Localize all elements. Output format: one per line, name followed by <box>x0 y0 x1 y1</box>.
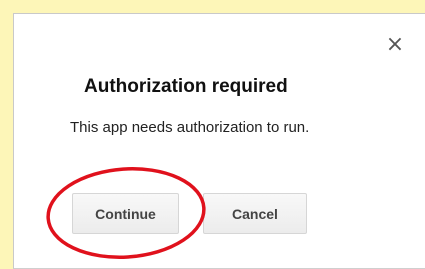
close-icon[interactable]: × <box>385 34 405 56</box>
cancel-button-label: Cancel <box>232 205 278 222</box>
page-background: × Authorization required This app needs … <box>0 0 425 269</box>
dialog-title: Authorization required <box>84 76 288 97</box>
dialog-message: This app needs authorization to run. <box>70 119 310 136</box>
cancel-button[interactable]: Cancel <box>203 193 307 234</box>
continue-button-label: Continue <box>95 205 156 222</box>
continue-button[interactable]: Continue <box>72 193 179 234</box>
